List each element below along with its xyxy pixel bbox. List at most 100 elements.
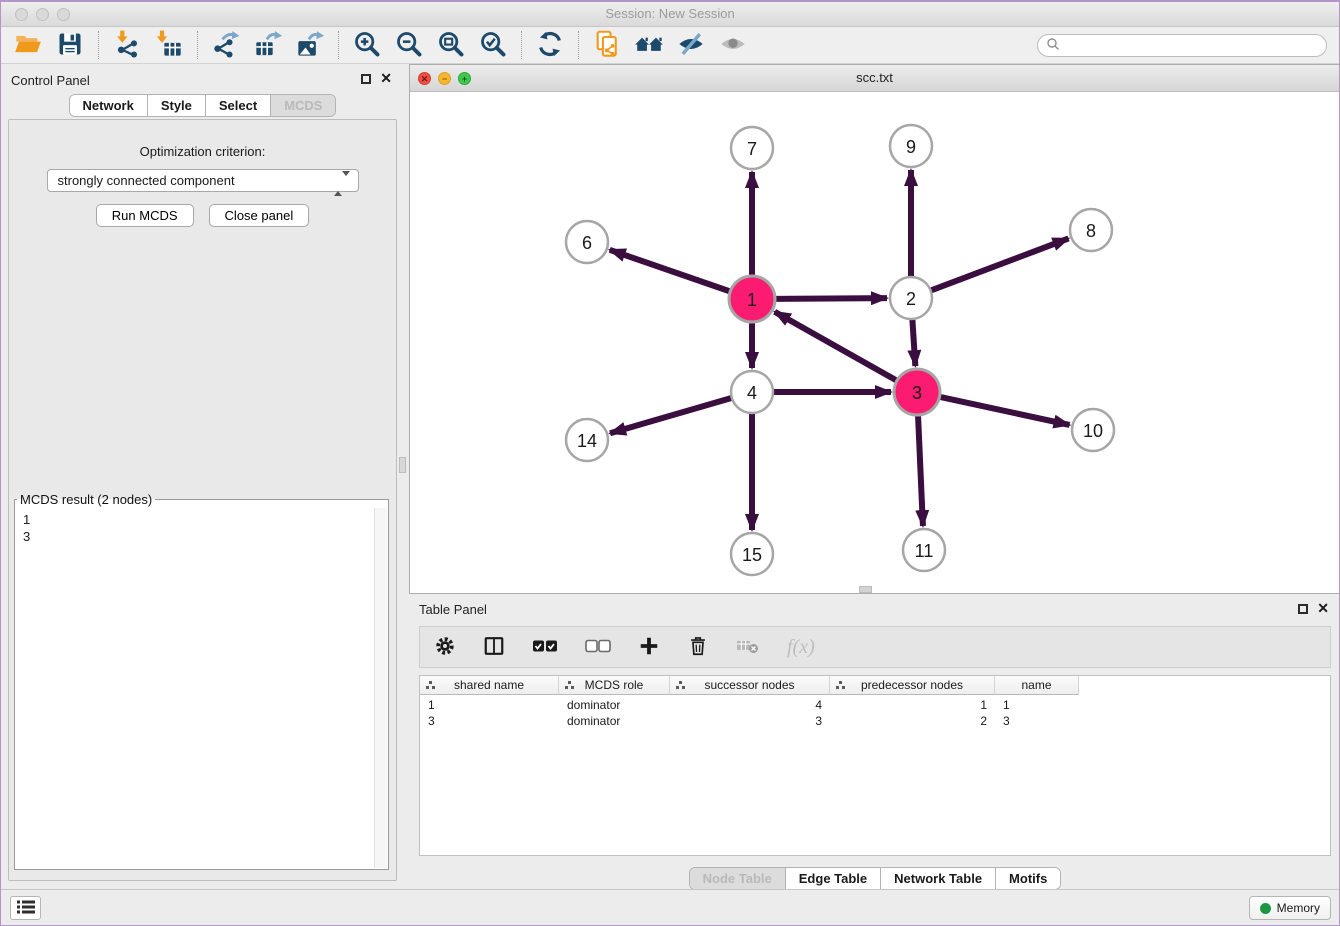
column-header[interactable]: successor nodes	[670, 676, 830, 695]
graph-node-label: 4	[747, 383, 757, 403]
tab-style[interactable]: Style	[147, 95, 205, 116]
table-row[interactable]: 1dominator411	[420, 697, 1330, 713]
table-cell[interactable]: 3	[670, 713, 830, 729]
table-cell[interactable]: 1	[830, 697, 995, 713]
close-table-panel-icon[interactable]: ✕	[1317, 603, 1329, 614]
node-table: shared name MCDS role successor nodesprede…	[419, 675, 1331, 856]
graph-edge-3-11[interactable]	[918, 415, 923, 526]
delete-column-icon[interactable]	[736, 637, 760, 658]
open-session-button[interactable]	[7, 29, 49, 61]
tab-node-table[interactable]: Node Table	[690, 868, 785, 889]
export-image-button[interactable]	[289, 29, 331, 61]
tab-edge-table[interactable]: Edge Table	[785, 868, 880, 889]
graph-node-label: 7	[747, 139, 757, 159]
table-cell[interactable]: 1	[420, 697, 559, 713]
table-cell[interactable]: 3	[995, 713, 1079, 729]
graph-edge-2-8[interactable]	[931, 238, 1069, 290]
list-icon	[16, 899, 36, 918]
table-row[interactable]: 3dominator323	[420, 713, 1330, 729]
settings-gear-icon[interactable]	[434, 635, 456, 660]
column-header[interactable]: MCDS role	[559, 676, 670, 695]
mcds-result-text: 1 3	[15, 509, 374, 867]
table-cell[interactable]: 4	[670, 697, 830, 713]
home-button[interactable]	[628, 29, 670, 61]
refresh-button[interactable]	[529, 29, 571, 61]
export-network-icon	[212, 30, 240, 61]
table-cell[interactable]: 2	[830, 713, 995, 729]
optimization-criterion-select[interactable]: strongly connected component	[47, 169, 359, 192]
tab-network-table[interactable]: Network Table	[880, 868, 995, 889]
search-field[interactable]	[1037, 34, 1327, 57]
zoom-selected-button[interactable]	[472, 29, 514, 61]
search-input[interactable]	[1060, 37, 1326, 55]
delete-row-trash-icon[interactable]	[687, 635, 709, 660]
graph-node-label: 6	[582, 233, 592, 253]
run-mcds-button[interactable]: Run MCDS	[96, 204, 194, 227]
tab-motifs[interactable]: Motifs	[995, 868, 1060, 889]
result-scrollbar[interactable]	[374, 508, 387, 868]
table-cell[interactable]: 1	[995, 697, 1079, 713]
network-maximize-button[interactable]: +	[458, 72, 471, 85]
close-panel-button[interactable]: Close panel	[209, 204, 310, 227]
graph-edge-3-1[interactable]	[775, 312, 897, 381]
network-close-button[interactable]: ✕	[418, 72, 431, 85]
network-file-button[interactable]	[586, 29, 628, 61]
graph-edge-4-14[interactable]	[610, 398, 732, 433]
open-folder-icon	[14, 30, 42, 61]
task-history-button[interactable]	[10, 896, 41, 920]
column-header-label: MCDS role	[585, 678, 644, 692]
float-table-panel-icon[interactable]	[1298, 604, 1308, 614]
tab-select[interactable]: Select	[205, 95, 270, 116]
network-graph[interactable]: 7968124314101511	[410, 92, 1339, 593]
export-network-button[interactable]	[205, 29, 247, 61]
zoom-in-button[interactable]	[346, 29, 388, 61]
minimize-window-button[interactable]	[36, 8, 49, 21]
eye-icon	[719, 30, 747, 61]
column-header[interactable]: shared name	[420, 676, 559, 695]
close-panel-icon[interactable]: ✕	[380, 73, 392, 84]
show-column-panel-icon[interactable]	[483, 635, 505, 660]
maximize-window-button[interactable]	[57, 8, 70, 21]
float-panel-icon[interactable]	[361, 74, 371, 84]
horizontal-splitter-handle[interactable]	[859, 586, 872, 593]
graph-node-label: 3	[912, 383, 922, 403]
column-header[interactable]: predecessor nodes	[830, 676, 995, 695]
graph-edge-2-3[interactable]	[912, 319, 915, 366]
table-cell[interactable]: dominator	[559, 713, 670, 729]
graph-node-label: 14	[577, 431, 597, 451]
graph-edge-1-2[interactable]	[775, 298, 887, 299]
window-traffic-lights[interactable]	[15, 8, 70, 21]
table-cell[interactable]: dominator	[559, 697, 670, 713]
zoom-out-icon	[395, 30, 423, 61]
table-cell[interactable]: 3	[420, 713, 559, 729]
export-table-button[interactable]	[247, 29, 289, 61]
import-network-button[interactable]	[106, 29, 148, 61]
network-canvas[interactable]: 7968124314101511	[410, 92, 1339, 593]
network-minimize-button[interactable]: −	[438, 72, 451, 85]
home-icon	[634, 30, 664, 61]
import-table-button[interactable]	[148, 29, 190, 61]
zoom-fit-button[interactable]	[430, 29, 472, 61]
graph-edge-1-6[interactable]	[610, 250, 731, 292]
graph-edge-3-10[interactable]	[939, 397, 1069, 425]
memory-button[interactable]: Memory	[1249, 896, 1331, 920]
bird-view-button[interactable]	[712, 29, 754, 61]
import-network-icon	[113, 30, 141, 61]
mcds-result-title: MCDS result (2 nodes)	[17, 492, 155, 507]
network-view-window: ✕ − + scc.txt 7968124314101511	[409, 64, 1340, 594]
main-toolbar	[1, 27, 1339, 64]
function-builder-icon[interactable]: f(x)	[787, 636, 815, 659]
tab-mcds[interactable]: MCDS	[270, 95, 335, 116]
add-row-icon[interactable]	[638, 635, 660, 660]
save-session-button[interactable]	[49, 29, 91, 61]
deselect-all-icon[interactable]	[585, 638, 611, 657]
zoom-out-button[interactable]	[388, 29, 430, 61]
hide-details-button[interactable]	[670, 29, 712, 61]
network-window-titlebar[interactable]: ✕ − + scc.txt	[410, 65, 1339, 92]
close-window-button[interactable]	[15, 8, 28, 21]
column-header[interactable]: name	[995, 676, 1079, 695]
graph-node-label: 8	[1086, 221, 1096, 241]
select-all-icon[interactable]	[532, 638, 558, 657]
tab-network[interactable]: Network	[70, 95, 147, 116]
vertical-splitter-handle[interactable]	[399, 457, 406, 473]
